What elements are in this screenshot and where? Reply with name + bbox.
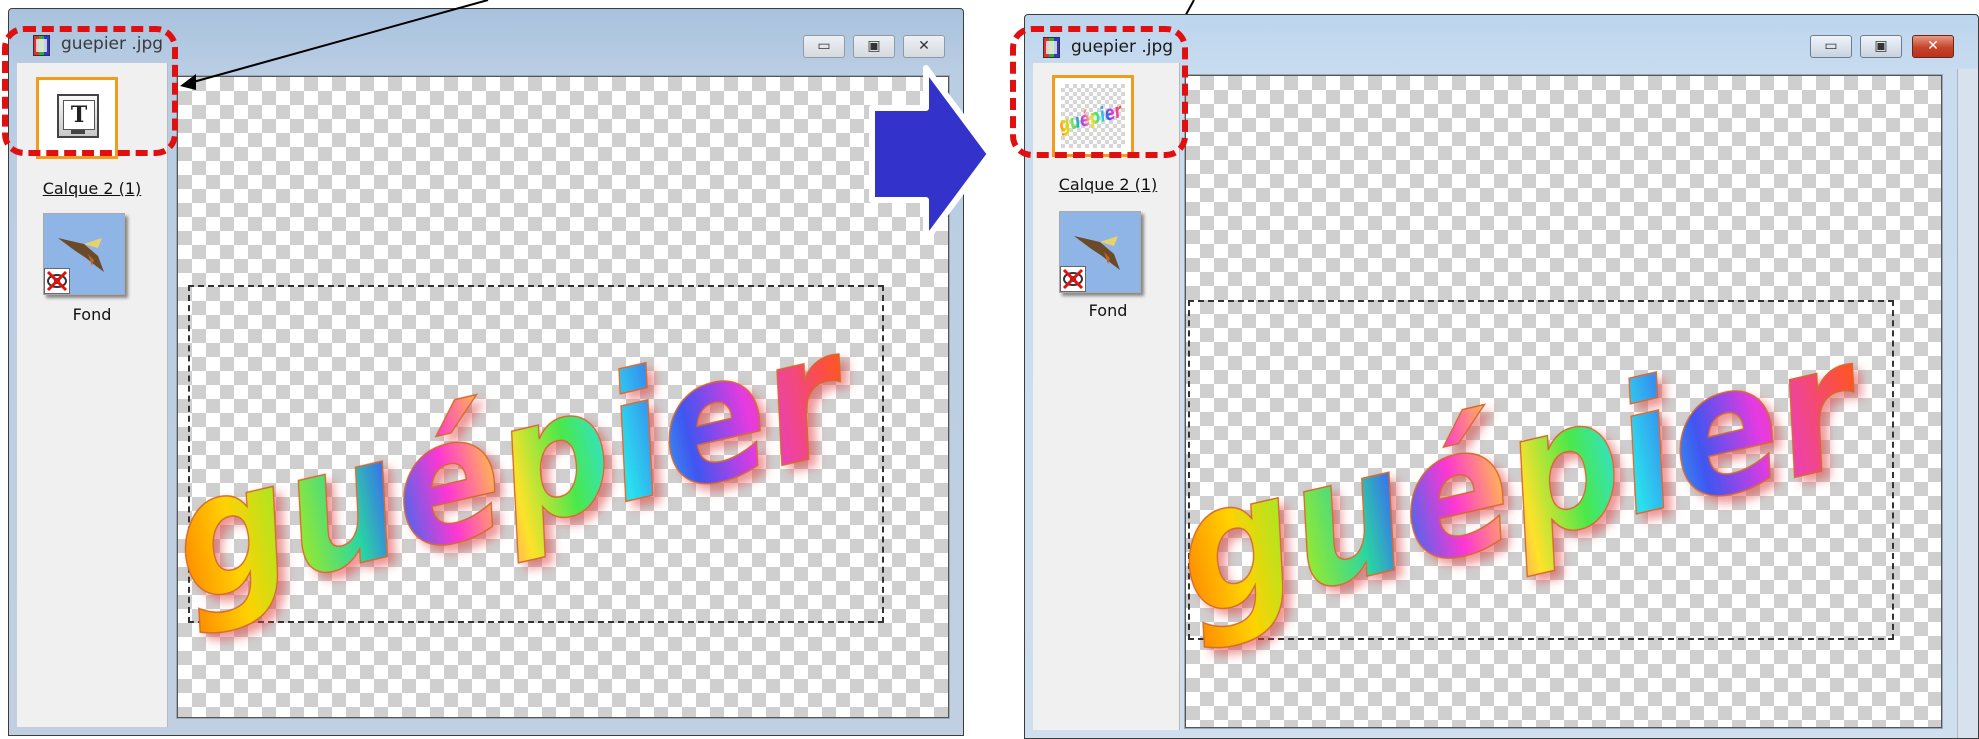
- highlight-box: [1010, 26, 1188, 158]
- transition-arrow-icon: [869, 65, 993, 243]
- image-canvas[interactable]: guépier: [1185, 75, 1942, 728]
- layer-thumbnail-background[interactable]: [43, 213, 125, 295]
- image-canvas[interactable]: guépier: [177, 76, 949, 718]
- layers-panel: T Calque 2 (1) Fond: [17, 63, 168, 727]
- layers-panel: guépier Calque 2 (1) Fond: [1033, 63, 1180, 730]
- minimize-button[interactable]: ▭: [803, 35, 845, 58]
- hidden-visibility-icon[interactable]: [1060, 266, 1086, 292]
- layer-name[interactable]: Fond: [1033, 301, 1183, 320]
- layer-name[interactable]: Calque 2 (1): [1033, 175, 1183, 194]
- canvas-text: guépier: [1186, 300, 1884, 657]
- hidden-visibility-icon[interactable]: [44, 268, 70, 294]
- maximize-button[interactable]: ▣: [853, 35, 895, 58]
- rainbow-text-layer: guépier: [1186, 299, 1885, 657]
- layer-name[interactable]: Fond: [17, 305, 167, 324]
- close-button[interactable]: ✕: [903, 35, 945, 58]
- maximize-button[interactable]: ▣: [1860, 35, 1902, 58]
- highlight-box: [2, 26, 178, 156]
- minimize-button[interactable]: ▭: [1810, 35, 1852, 58]
- layer-name[interactable]: Calque 2 (1): [17, 179, 167, 198]
- close-button[interactable]: ✕: [1912, 35, 1954, 58]
- canvas-text: guépier: [178, 291, 870, 642]
- rainbow-text-layer: guépier: [178, 291, 871, 643]
- layer-thumbnail-background[interactable]: [1059, 211, 1141, 293]
- vertical-scrollbar[interactable]: [1957, 69, 1978, 738]
